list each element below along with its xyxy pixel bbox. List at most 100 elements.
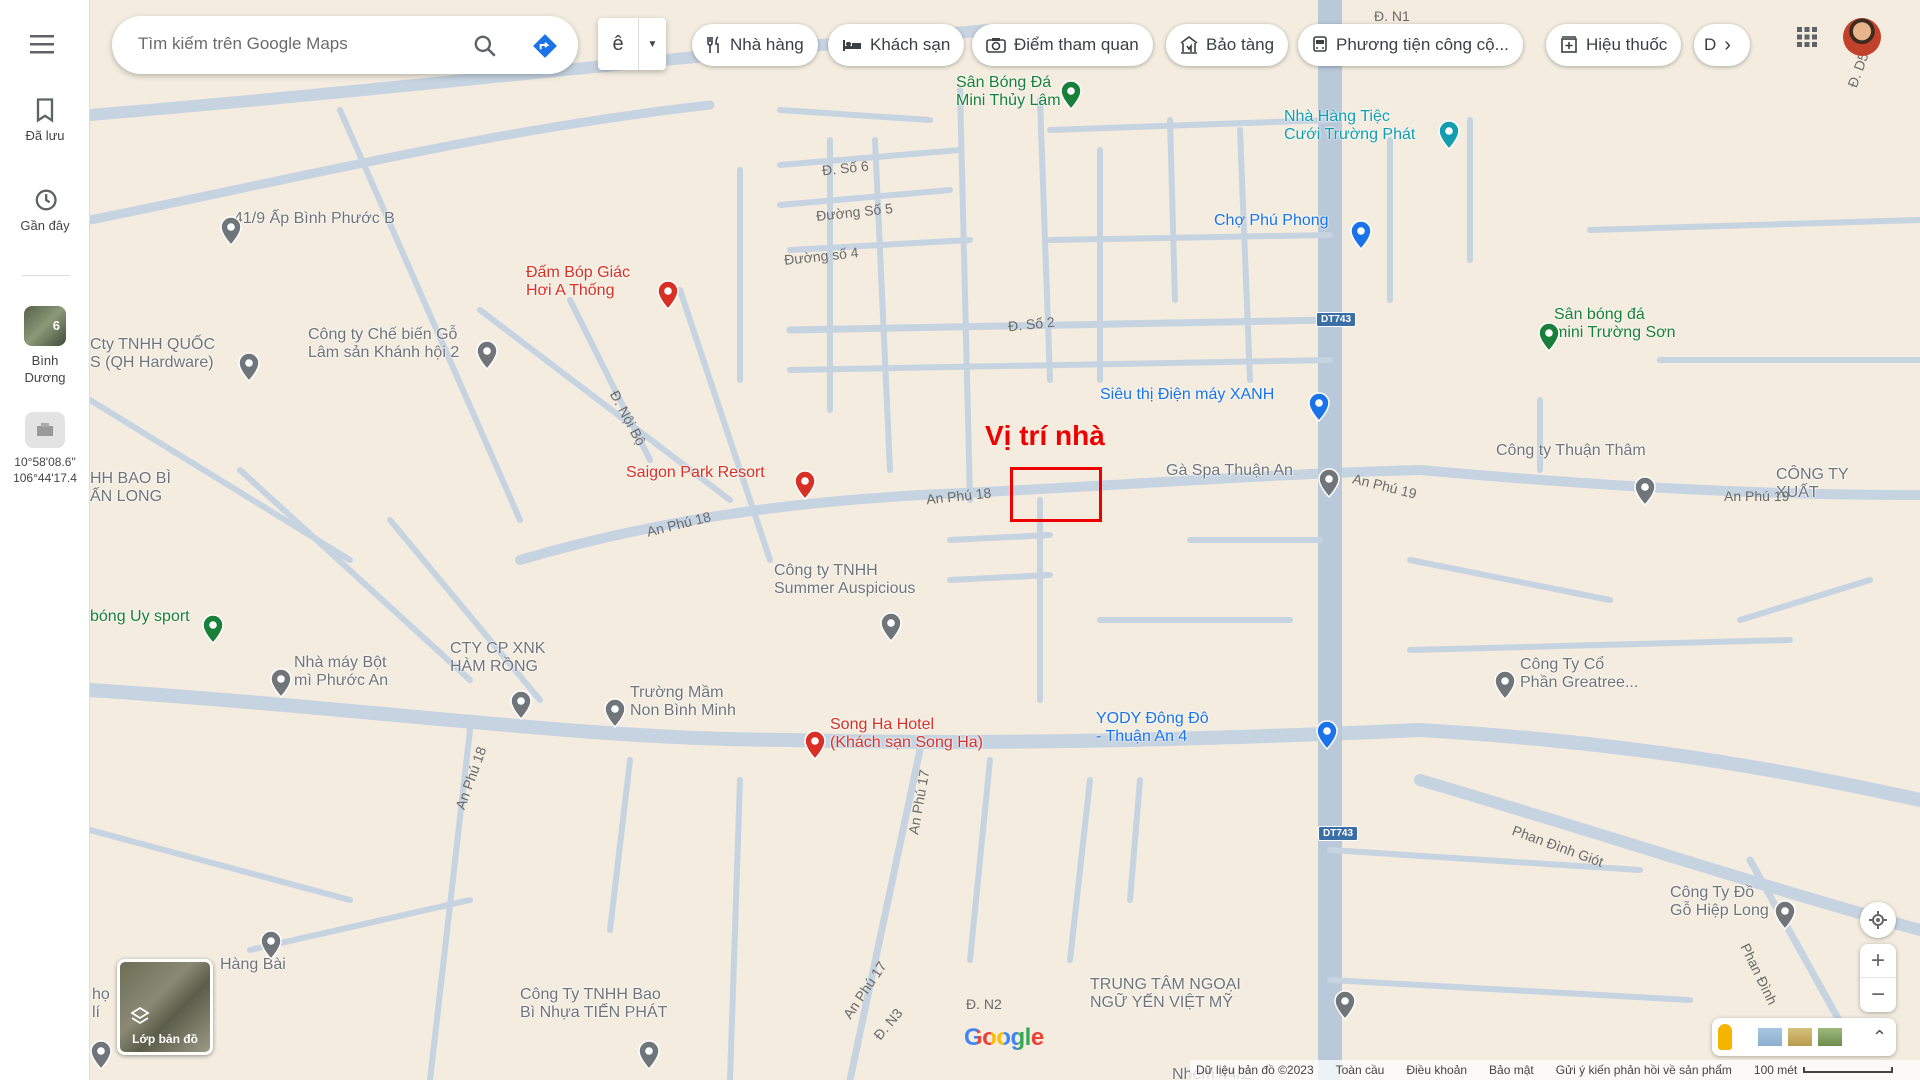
chip-more[interactable]: D › xyxy=(1694,24,1750,66)
pegman-icon[interactable] xyxy=(1718,1024,1732,1050)
search-button[interactable] xyxy=(472,33,498,59)
poi-label-mam-non[interactable]: Trường Mầm Non Bình Minh xyxy=(630,684,736,720)
poi-label-cong-ty-go[interactable]: Công ty Chế biến Gỗ Lâm sản Khánh hội 2 xyxy=(308,326,459,362)
map-pin-icon[interactable] xyxy=(202,614,224,644)
chip-hotels[interactable]: Khách sạn xyxy=(828,24,965,66)
map-pin-icon[interactable] xyxy=(476,340,498,370)
chip-attractions[interactable]: Điểm tham quan xyxy=(972,24,1153,66)
google-logo: Google xyxy=(964,1024,1044,1051)
plus-icon: + xyxy=(1870,946,1885,974)
map-pin-icon[interactable] xyxy=(270,668,292,698)
map-pin-icon[interactable] xyxy=(638,1040,660,1070)
layers-label: Lớp bản đồ xyxy=(132,1032,198,1046)
map-pin-icon[interactable] xyxy=(804,730,826,760)
chip-label: Hiệu thuốc xyxy=(1586,35,1668,54)
poi-label-dam-bop[interactable]: Đấm Bóp Giác Hơi A Thống xyxy=(526,264,630,300)
chip-pharmacies[interactable]: Hiệu thuốc xyxy=(1546,24,1682,66)
coordinates-line1: 10°58'08.6" xyxy=(14,455,76,469)
map-pin-icon[interactable] xyxy=(1334,990,1356,1020)
poi-label-hiep-long[interactable]: Công Ty Đồ Gỗ Hiệp Long xyxy=(1670,884,1769,920)
poi-label-ga-spa[interactable]: Gà Spa Thuận An xyxy=(1166,462,1293,480)
map-pin-icon[interactable] xyxy=(260,930,282,960)
map-pin-icon[interactable] xyxy=(1060,80,1082,110)
map-pin-icon[interactable] xyxy=(220,216,242,246)
map-pin-icon[interactable] xyxy=(1538,322,1560,352)
terms-link[interactable]: Điều khoản xyxy=(1406,1063,1467,1077)
poi-label-cho-phu-phong[interactable]: Chợ Phú Phong xyxy=(1214,212,1329,230)
poi-label-ap-binh-phuoc[interactable]: 41/9 Ấp Bình Phước B xyxy=(234,210,395,228)
poi-label-cty-quoc[interactable]: Cty TNHH QUỐC S (QH Hardware) xyxy=(90,336,215,372)
coordinates-line2: 106°44'17.4 xyxy=(13,471,77,485)
chip-restaurants[interactable]: Nhà hàng xyxy=(692,24,818,66)
my-location-button[interactable] xyxy=(1860,902,1896,938)
map-pin-icon[interactable] xyxy=(1494,670,1516,700)
poi-label-ho-li[interactable]: họ lí xyxy=(92,986,110,1022)
layers-button[interactable]: Lớp bản đồ xyxy=(117,959,213,1055)
privacy-link[interactable]: Bảo mật xyxy=(1489,1063,1534,1077)
scale-bar[interactable]: 100 mét xyxy=(1754,1063,1894,1077)
recent-coordinates[interactable]: 10°58'08.6" 106°44'17.4 xyxy=(0,412,90,486)
map-pin-icon[interactable] xyxy=(794,470,816,500)
map-pin-icon[interactable] xyxy=(1438,120,1460,150)
poi-label-sieu-thi-xanh[interactable]: Siêu thị Điện máy XANH xyxy=(1100,386,1274,404)
poi-label-bao-bi-nhua[interactable]: Công Ty TNHH Bao Bì Nhựa TIẾN PHÁT xyxy=(520,986,667,1022)
map-pin-icon[interactable] xyxy=(1308,392,1330,422)
poi-label-song-ha[interactable]: Song Ha Hotel (Khách sạn Song Ha) xyxy=(830,716,983,752)
input-tools-dropdown[interactable]: ▼ xyxy=(638,18,666,70)
chip-museums[interactable]: Bảo tàng xyxy=(1166,24,1289,66)
poi-label-ham-rong[interactable]: CTY CP XNK HÀM RỒNG xyxy=(450,640,545,676)
fork-knife-icon xyxy=(707,36,719,53)
chevron-right-icon[interactable]: › xyxy=(1724,34,1731,57)
map-pin-icon[interactable] xyxy=(1774,900,1796,930)
recent-place-binh-duong[interactable]: 6 Bình Dương xyxy=(0,306,90,386)
poi-label-yody[interactable]: YODY Đông Đô - Thuận An 4 xyxy=(1096,710,1209,746)
apps-button[interactable] xyxy=(1796,26,1818,48)
global-link[interactable]: Toàn cầu xyxy=(1336,1063,1385,1077)
imagery-thumb-3[interactable] xyxy=(1818,1028,1842,1046)
poi-label-greatree[interactable]: Công Ty Cổ Phần Greatree... xyxy=(1520,656,1638,692)
poi-label-san-bong-thuy-lam[interactable]: Sân Bóng Đá Mini Thủy Lâm xyxy=(956,74,1061,110)
poi-label-bao-bi[interactable]: HH BAO BÌ ẤN LONG xyxy=(90,470,171,506)
poi-label-cong-ty-thuan-tham[interactable]: Công ty Thuận Thâm xyxy=(1496,442,1646,460)
directions-button[interactable] xyxy=(532,33,558,59)
poi-label-nha-hang-truong-phat[interactable]: Nhà Hàng Tiệc Cưới Trường Phát xyxy=(1284,108,1415,144)
left-rail: Đã lưu Gần đây 6 Bình Dương 10°58'08.6" … xyxy=(0,0,90,1080)
imagery-thumb-1[interactable] xyxy=(1758,1028,1782,1046)
map-pin-icon[interactable] xyxy=(1350,220,1372,250)
map-pin-icon[interactable] xyxy=(510,690,532,720)
map-pin-icon[interactable] xyxy=(90,1040,112,1070)
poi-label-uy-sport[interactable]: bóng Uy sport xyxy=(90,608,190,626)
poi-label-saigon-park[interactable]: Saigon Park Resort xyxy=(626,464,765,482)
map-pin-icon[interactable] xyxy=(1318,468,1340,498)
menu-button[interactable] xyxy=(30,34,56,54)
chip-label: Phương tiện công cộ... xyxy=(1336,35,1509,54)
map-canvas[interactable]: Sân Bóng Đá Mini Thủy Lâm Nhà Hàng Tiệc C… xyxy=(90,0,1920,1080)
account-avatar[interactable] xyxy=(1843,18,1881,56)
poi-label-ngoai-ngu[interactable]: TRUNG TÂM NGOẠI NGỮ YẾN VIỆT MỸ xyxy=(1090,976,1241,1012)
poi-label-nha-may-bot[interactable]: Nhà máy Bột mì Phước An xyxy=(294,654,388,690)
poi-label-san-bong-truong-son[interactable]: Sân bóng đá mini Trường Sơn xyxy=(1554,306,1676,342)
imagery-thumb-2[interactable] xyxy=(1788,1028,1812,1046)
map-pin-icon[interactable] xyxy=(1634,476,1656,506)
map-pin-icon[interactable] xyxy=(880,612,902,642)
expand-up-icon[interactable]: ⌃ xyxy=(1872,1027,1887,1048)
directions-icon xyxy=(533,34,557,58)
chip-transit[interactable]: Phương tiện công cộ... xyxy=(1298,24,1523,66)
zoom-out-button[interactable]: − xyxy=(1860,978,1896,1012)
annotation-box xyxy=(1010,467,1102,522)
saved-button[interactable]: Đã lưu xyxy=(0,96,90,143)
search-input[interactable] xyxy=(138,34,468,54)
map-pin-icon[interactable] xyxy=(238,352,260,382)
zoom-in-button[interactable]: + xyxy=(1860,944,1896,978)
map-pin-icon[interactable] xyxy=(604,698,626,728)
zoom-controls: + − xyxy=(1860,944,1896,1012)
map-pin-icon[interactable] xyxy=(657,280,679,310)
input-tools-button[interactable]: ê ▼ xyxy=(598,18,666,70)
place-thumbnail: 6 xyxy=(24,306,66,346)
search-box xyxy=(112,16,578,74)
feedback-link[interactable]: Gửi ý kiến phản hồi về sản phẩm xyxy=(1556,1063,1732,1077)
poi-label-summer[interactable]: Công ty TNHH Summer Auspicious xyxy=(774,562,915,598)
map-pin-icon[interactable] xyxy=(1316,720,1338,750)
map-footer: Dữ liệu bản đồ ©2023 Toàn cầu Điều khoản… xyxy=(1190,1060,1920,1080)
recent-button[interactable]: Gần đây xyxy=(0,186,90,233)
